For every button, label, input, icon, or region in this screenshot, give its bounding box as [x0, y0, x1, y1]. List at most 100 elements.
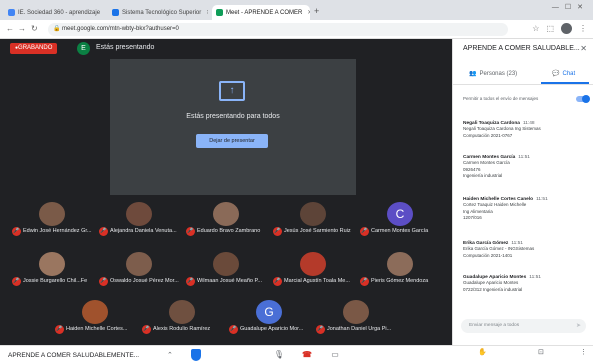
mic-off-icon: 🎤: [360, 227, 369, 236]
tab-people[interactable]: 👥 Personas (23): [469, 70, 518, 78]
allow-messages-label: Permitir a todos el envío de mensajes: [463, 96, 539, 101]
participant-name: Guadalupe Aparicio Mor...: [240, 326, 304, 332]
close-icon[interactable]: ✕: [580, 44, 587, 53]
participant-name: Haiden Michelle Cortes...: [66, 326, 128, 332]
bookmark-star-icon[interactable]: ☆: [532, 24, 539, 33]
people-icon: 👥: [469, 71, 477, 77]
participant-tile[interactable]: 🎤 Eduardo Bravo Zambrano: [184, 199, 270, 239]
chat-message-text: Computación 2021-0767: [463, 132, 513, 138]
participant-tile[interactable]: G 🎤 Guadalupe Aparicio Mor...: [227, 297, 313, 337]
present-icon: ↑: [219, 81, 245, 101]
menu-icon[interactable]: ⋮: [579, 24, 587, 33]
chat-timestamp: 11:51: [518, 155, 530, 160]
chat-message: Negali Toaquiza Cardona 11:48 Negali Toaqu…: [463, 121, 587, 139]
tab-chat[interactable]: 💬 Chat: [552, 70, 575, 78]
stop-presenting-button[interactable]: Dejar de presentar: [196, 134, 268, 148]
chevron-up-icon[interactable]: ⌃: [167, 351, 173, 359]
tab-people-label: Personas (23): [479, 70, 518, 77]
tab-title: Sistema Tecnológico Superior: [122, 9, 202, 16]
mic-off-icon: 🎤: [316, 325, 325, 334]
participant-name: Oswaldo Josué Pérez Mor...: [110, 278, 179, 284]
mic-off-icon: 🎤: [99, 227, 108, 236]
chat-message-text: 1207/016: [463, 215, 482, 220]
captions-button[interactable]: ⊡: [538, 348, 544, 356]
mic-icon[interactable]: 🎙: [270, 349, 288, 361]
participant-tile[interactable]: 🎤 Alexis Rodulio Ramírez: [140, 297, 226, 337]
tab-title: IE. Sociedad 360 - aprendizaje: [18, 9, 101, 16]
avatar: [39, 202, 65, 226]
participant-tile[interactable]: 🎤 Marcial Agustín Toala Me...: [271, 249, 357, 289]
meeting-name[interactable]: APRENDE A COMER SALUDABLEMENTE...: [8, 352, 139, 359]
chat-icon: 💬: [552, 71, 560, 77]
extensions-icon[interactable]: ⬚: [546, 24, 554, 33]
chat-timestamp: 11:51: [529, 275, 541, 280]
participant-tile[interactable]: 🎤 Jesús José Sarmiento Ruiz: [271, 199, 357, 239]
mic-off-icon: 🎤: [273, 277, 282, 286]
allow-messages-toggle[interactable]: [576, 95, 590, 103]
tab-favicon-icon: [112, 9, 119, 16]
mic-off-icon: 🎤: [273, 227, 282, 236]
shield-icon[interactable]: [191, 349, 201, 361]
presentation-panel: ↑ Estás presentando para todos Dejar de …: [110, 59, 356, 195]
active-tab-indicator: [541, 82, 589, 84]
new-tab-button[interactable]: +: [314, 6, 319, 16]
participant-tile[interactable]: C 🎤 Carmen Montes García: [358, 199, 444, 239]
avatar: [387, 252, 413, 276]
participant-name: Edwin José Hernández Gr...: [23, 228, 92, 234]
participant-tile[interactable]: 🎤 Edwin José Hernández Gr...: [10, 199, 96, 239]
back-icon[interactable]: ←: [6, 24, 14, 33]
presenter-avatar: E: [77, 42, 90, 55]
participant-name: Jonathan Daniel Urga Pi...: [327, 326, 392, 332]
chat-message: Erika García Gómez 11:51 Erika García Góme…: [463, 241, 587, 259]
profile-avatar[interactable]: [561, 23, 572, 34]
avatar: [126, 252, 152, 276]
chat-message: Guadalupe Aparicio Montes 11:51 Guadalupe …: [463, 275, 587, 293]
participant-tile[interactable]: 🎤 Wilmaan Josué Meaño P...: [184, 249, 270, 289]
window-controls[interactable]: —☐✕: [552, 3, 589, 11]
reload-icon[interactable]: ↻: [31, 24, 38, 33]
chat-input[interactable]: Enviar mensaje a todos ➤: [461, 319, 586, 333]
participant-tile[interactable]: 🎤 Oswaldo Josué Pérez Mor...: [97, 249, 183, 289]
participant-tile[interactable]: 🎤 Haiden Michelle Cortes...: [53, 297, 139, 337]
browser-tab-active[interactable]: Meet - APRENDE A COMER ✕: [212, 5, 310, 20]
chat-timestamp: 11:51: [536, 197, 548, 202]
chat-message-text: 0722/312 Ingeniería industrial: [463, 286, 523, 292]
avatar: [213, 252, 239, 276]
send-icon[interactable]: ➤: [576, 319, 581, 333]
lock-icon: 🔒: [53, 26, 61, 32]
browser-tab[interactable]: IE. Sociedad 360 - aprendizaje ✕: [4, 5, 104, 20]
avatar: [39, 252, 65, 276]
participant-name: Alejandra Daniela Venuta...: [110, 228, 177, 234]
mic-off-icon: 🎤: [99, 277, 108, 286]
hangup-icon[interactable]: ☎: [298, 349, 316, 361]
close-icon[interactable]: ✕: [307, 9, 310, 16]
presenter-label: Estás presentando: [96, 44, 155, 51]
participant-tile[interactable]: 🎤 Jossie Burgarello Chil...Fe: [10, 249, 96, 289]
participant-tile[interactable]: 🎤 Pieris Gómez Mendoza: [358, 249, 444, 289]
participant-tile[interactable]: 🎤 Jonathan Daniel Urga Pi...: [314, 297, 400, 337]
participant-name: Eduardo Bravo Zambrano: [197, 228, 261, 234]
participant-name: Alexis Rodulio Ramírez: [153, 326, 211, 332]
side-panel-title: APRENDE A COMER SALUDABLE...: [463, 45, 580, 52]
participant-name: Pieris Gómez Mendoza: [371, 278, 429, 284]
browser-tab-bar: IE. Sociedad 360 - aprendizaje ✕ Sistema…: [0, 0, 593, 20]
url-input[interactable]: 🔒 meet.google.com/mtn-wbty-bkx?authuser=…: [48, 23, 508, 36]
mic-off-icon: 🎤: [186, 227, 195, 236]
present-screen-icon[interactable]: ▭: [326, 349, 344, 361]
more-options-icon[interactable]: ⋮: [580, 348, 587, 356]
recording-badge: GRABANDO: [10, 43, 58, 54]
browser-tab[interactable]: Sistema Tecnológico Superior ✕: [108, 5, 208, 20]
avatar: [82, 300, 108, 324]
forward-icon[interactable]: →: [18, 24, 26, 33]
close-icon[interactable]: ✕: [206, 9, 208, 16]
avatar: [300, 202, 326, 226]
participant-tile[interactable]: 🎤 Alejandra Daniela Venuta...: [97, 199, 183, 239]
tab-favicon-icon: [8, 9, 15, 16]
raise-hand-button[interactable]: ✋: [478, 348, 487, 356]
avatar: [343, 300, 369, 324]
mic-off-icon: 🎤: [12, 227, 21, 236]
toolbar-actions: ☆ ⬚ ⋮: [532, 23, 587, 34]
participant-name: Wilmaan Josué Meaño P...: [197, 278, 263, 284]
chat-placeholder: Enviar mensaje a todos: [469, 323, 520, 328]
address-bar: ← → ↻ 🔒 meet.google.com/mtn-wbty-bkx?aut…: [0, 20, 593, 39]
